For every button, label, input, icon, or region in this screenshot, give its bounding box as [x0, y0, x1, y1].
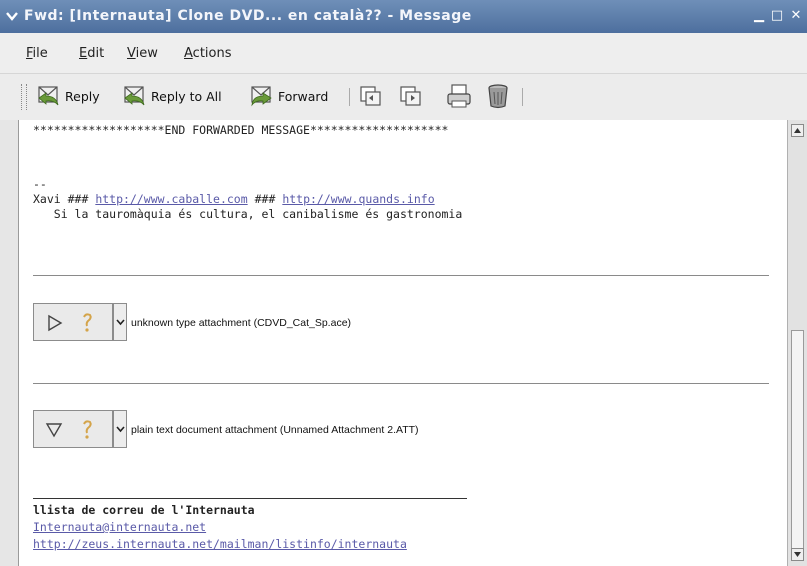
signature-separator: ###	[254, 192, 276, 206]
scroll-up-arrow[interactable]	[791, 124, 804, 137]
maximize-icon[interactable]: □	[770, 9, 784, 23]
signature-dashes: --	[33, 177, 47, 191]
signature-link-caballe[interactable]: http://www.caballe.com	[95, 192, 247, 206]
signature-quote: Si la tauromàquia és cultura, el canibal…	[33, 207, 463, 221]
list-url-link[interactable]: http://zeus.internauta.net/mailman/listi…	[33, 537, 407, 551]
unknown-file-icon	[83, 313, 92, 332]
attachment2-button[interactable]	[33, 410, 113, 448]
minimize-icon[interactable]: ▁	[752, 9, 766, 23]
menu-view[interactable]: View	[127, 46, 158, 61]
delete-icon[interactable]	[485, 82, 511, 110]
list-footer-rule	[33, 498, 467, 499]
next-message-icon[interactable]	[398, 82, 424, 110]
scroll-down-arrow[interactable]	[791, 548, 804, 561]
close-icon[interactable]: ✕	[789, 9, 803, 23]
end-forwarded-line: *******************END FORWARDED MESSAGE…	[33, 123, 449, 137]
attachment1-dropdown[interactable]	[113, 303, 127, 341]
print-icon[interactable]	[446, 82, 472, 110]
vertical-scrollbar[interactable]	[787, 120, 807, 566]
toolbar-separator	[349, 88, 350, 106]
attachment1-button[interactable]	[33, 303, 113, 341]
menu-actions[interactable]: Actions	[184, 46, 232, 61]
title-bar[interactable]: Fwd: [Internauta] Clone DVD... en català…	[0, 0, 807, 33]
left-gutter	[0, 120, 18, 566]
chevron-down-icon	[116, 319, 125, 326]
scroll-thumb[interactable]	[791, 330, 804, 552]
attachment-divider-2	[33, 383, 769, 384]
reply-icon	[38, 86, 59, 106]
forward-button[interactable]: Forward	[249, 81, 328, 111]
toolbar: Reply Reply to All Forward	[0, 74, 807, 121]
reply-all-label: Reply to All	[151, 88, 222, 104]
chevron-down-icon	[116, 426, 125, 433]
window-title: Fwd: [Internauta] Clone DVD... en català…	[24, 8, 472, 24]
list-email-link[interactable]: Internauta@internauta.net	[33, 520, 206, 534]
message-window: Fwd: [Internauta] Clone DVD... en català…	[0, 0, 807, 566]
expanded-triangle-icon	[45, 423, 63, 438]
arrow-down-icon	[794, 552, 801, 557]
arrow-up-icon	[794, 128, 801, 133]
forward-icon	[251, 86, 272, 107]
menu-file[interactable]: File	[26, 46, 48, 61]
attachment-divider-1	[33, 275, 769, 276]
attachment1-label: unknown type attachment (CDVD_Cat_Sp.ace…	[131, 317, 352, 329]
signature-name: Xavi ###	[33, 192, 89, 206]
reply-all-button[interactable]: Reply to All	[122, 81, 222, 111]
previous-message-icon[interactable]	[358, 82, 384, 110]
signature-link-quands[interactable]: http://www.quands.info	[282, 192, 434, 206]
reply-label: Reply	[65, 88, 100, 104]
text-file-icon	[83, 420, 92, 439]
message-body[interactable]: *******************END FORWARDED MESSAGE…	[18, 120, 787, 566]
menu-edit[interactable]: Edit	[79, 46, 104, 61]
list-name: llista de correu de l'Internauta	[33, 503, 255, 517]
reply-button[interactable]: Reply	[36, 81, 100, 111]
menu-bar: File Edit View Actions	[0, 33, 807, 74]
play-icon	[48, 314, 63, 332]
reply-all-icon	[124, 86, 145, 106]
toolbar-grip[interactable]	[21, 84, 27, 110]
attachment2-dropdown[interactable]	[113, 410, 127, 448]
forward-label: Forward	[278, 88, 329, 104]
signature-line: Xavi ### http://www.caballe.com ### http…	[33, 192, 435, 206]
window-menu-icon[interactable]	[5, 9, 19, 23]
toolbar-separator-end	[522, 88, 523, 106]
attachment2-label: plain text document attachment (Unnamed …	[131, 424, 419, 436]
